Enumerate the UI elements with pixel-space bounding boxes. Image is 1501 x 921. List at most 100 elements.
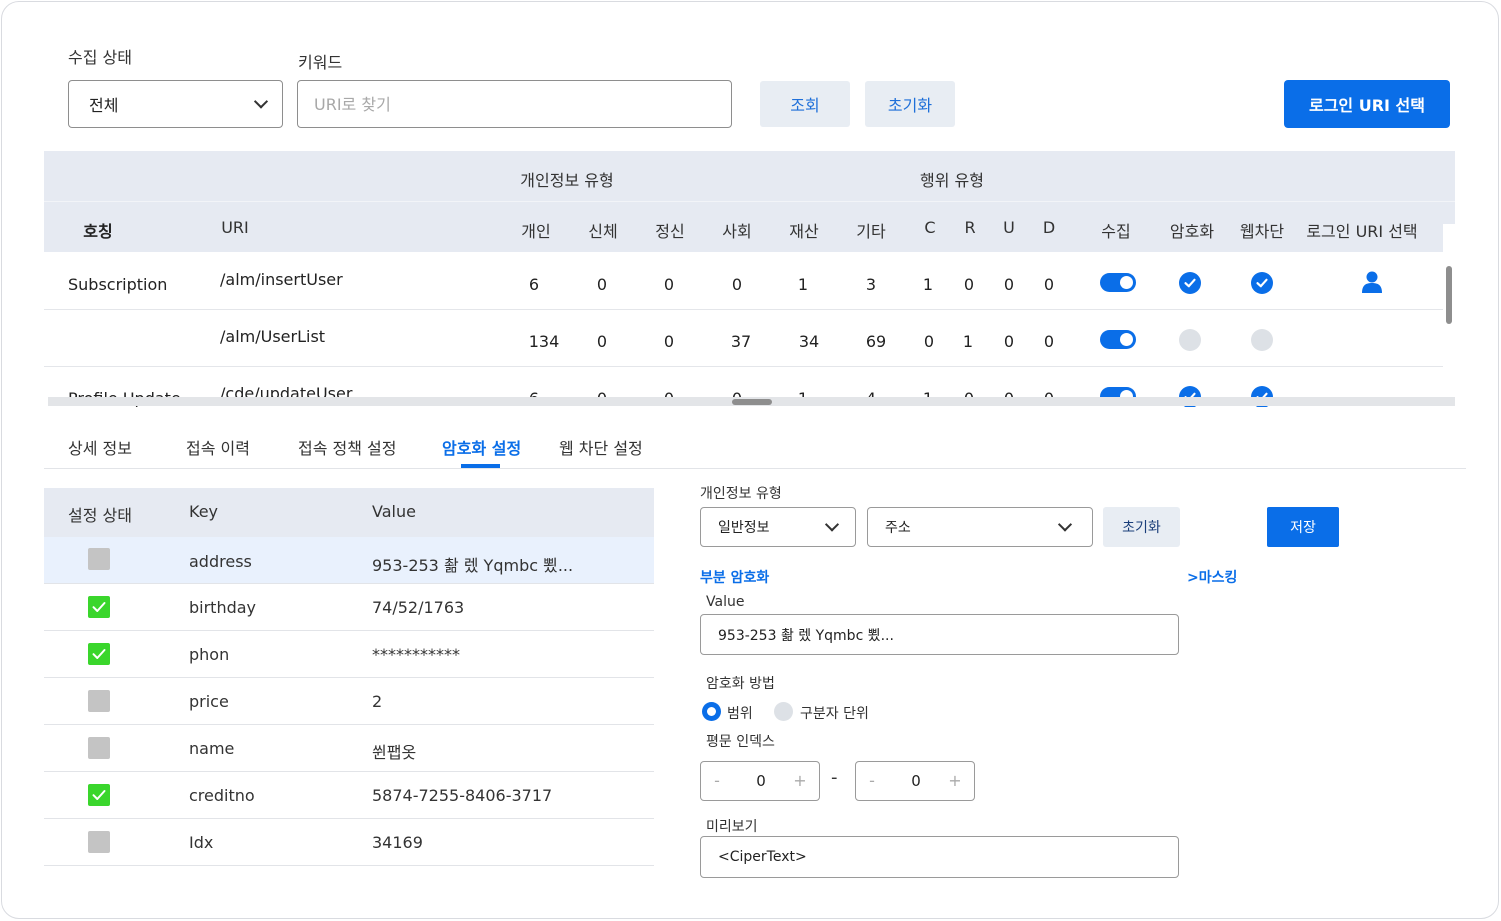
kv-value: 쒼팹옷 [372, 743, 417, 762]
col-header-social: 사회 [722, 222, 752, 241]
collect-toggle[interactable] [1100, 330, 1136, 349]
save-button[interactable]: 저장 [1267, 507, 1339, 547]
vertical-scrollbar-thumb[interactable] [1446, 266, 1452, 324]
pi-type-select[interactable]: 일반정보 [700, 507, 856, 547]
table-row[interactable]: /alm/UserList 134 0 0 37 34 69 0 1 0 0 [44, 310, 1444, 367]
chevron-down-icon [253, 94, 269, 109]
tab-access-policy[interactable]: 접속 정책 설정 [298, 435, 397, 459]
row-value-personal: 134 [528, 332, 560, 351]
increment-button[interactable]: + [947, 771, 963, 790]
pi-type-select-value: 일반정보 [718, 520, 770, 536]
plain-index-label: 평문 인덱스 [706, 734, 775, 750]
row-value-other: 3 [865, 275, 877, 294]
kv-key: Idx [189, 833, 214, 852]
row-value-d: 0 [1043, 332, 1055, 351]
value-label: Value [706, 594, 745, 610]
decrement-button[interactable]: - [864, 771, 880, 790]
col-header-login-uri: 로그인 URI 선택 [1306, 222, 1418, 241]
row-value-other: 69 [865, 332, 887, 351]
col-header-name: 호칭 [83, 222, 113, 241]
horizontal-scrollbar-thumb[interactable] [732, 399, 772, 405]
kv-key: address [189, 552, 252, 571]
decrement-button[interactable]: - [709, 771, 725, 790]
encrypt-check-icon[interactable] [1179, 272, 1201, 294]
radio-range-label: 범위 [727, 706, 753, 722]
kv-table-header: 설정 상태 Key Value [44, 488, 654, 537]
index-from-stepper[interactable]: - 0 + [700, 761, 820, 801]
col-header-r: R [964, 218, 976, 237]
kv-row[interactable]: price 2 [44, 678, 654, 725]
setting-checkbox[interactable] [88, 690, 110, 712]
row-value-mental: 0 [663, 332, 675, 351]
kv-row[interactable]: birthday 74/52/1763 [44, 584, 654, 631]
index-from-value: 0 [756, 772, 766, 790]
settings-reset-button[interactable]: 초기화 [1103, 507, 1180, 547]
partial-encrypt-link[interactable]: 부분 암호화 [700, 567, 769, 587]
row-value-property: 1 [797, 275, 809, 294]
setting-checkbox[interactable] [88, 548, 110, 570]
tab-detail-info[interactable]: 상세 정보 [68, 435, 132, 459]
radio-range[interactable] [702, 702, 721, 721]
kv-row[interactable]: Idx 34169 [44, 819, 654, 866]
row-name: Subscription [68, 275, 168, 294]
setting-checkbox[interactable] [88, 596, 110, 618]
kv-value: 34169 [372, 833, 423, 852]
col-header-setting-status: 설정 상태 [68, 506, 132, 525]
uri-table: 개인정보 유형 행위 유형 호칭 URI 개인 신체 정신 사회 재산 기타 C… [44, 151, 1455, 407]
kv-row[interactable]: phon *********** [44, 631, 654, 678]
col-header-value: Value [372, 502, 416, 521]
webblock-off-indicator[interactable] [1251, 329, 1273, 351]
user-icon[interactable] [1362, 271, 1382, 293]
kv-key: creditno [189, 786, 255, 805]
value-field[interactable]: 953-253 촮 렜 Yqmbc 뾨... [700, 614, 1179, 655]
setting-checkbox[interactable] [88, 831, 110, 853]
tab-encryption-settings[interactable]: 암호화 설정 [442, 435, 521, 459]
setting-checkbox[interactable] [88, 737, 110, 759]
col-header-webblock: 웹차단 [1239, 222, 1285, 241]
row-value-c: 0 [923, 332, 935, 351]
kv-row[interactable]: address 953-253 촮 렜 Yqmbc 뾨... [44, 537, 654, 584]
keyword-label: 키워드 [298, 53, 343, 72]
kv-key: phon [189, 645, 230, 664]
kv-value: 2 [372, 692, 383, 711]
kv-row[interactable]: name 쒼팹옷 [44, 725, 654, 772]
collect-toggle[interactable] [1100, 273, 1136, 292]
table-row[interactable]: Subscription /alm/insertUser 6 0 0 0 1 3… [44, 253, 1444, 310]
col-header-mental: 정신 [655, 222, 685, 241]
col-header-other: 기타 [856, 222, 886, 241]
col-header-key: Key [189, 502, 219, 521]
increment-button[interactable]: + [792, 771, 808, 790]
status-select[interactable]: 전체 [68, 80, 283, 128]
radio-delimiter[interactable] [774, 702, 793, 721]
reset-button[interactable]: 초기화 [865, 81, 955, 127]
value-field-text: 953-253 촮 렜 Yqmbc 뾨... [718, 627, 894, 644]
kv-value: *********** [372, 645, 460, 664]
row-value-u: 0 [1003, 275, 1015, 294]
col-header-collect: 수집 [1101, 222, 1131, 241]
encrypt-off-indicator[interactable] [1179, 329, 1201, 351]
masking-link[interactable]: >마스킹 [1187, 567, 1237, 587]
chevron-down-icon [824, 517, 840, 532]
keyword-input[interactable] [297, 80, 732, 128]
setting-checkbox[interactable] [88, 643, 110, 665]
row-value-r: 0 [963, 275, 975, 294]
row-uri: /alm/UserList [220, 327, 326, 346]
tab-access-history[interactable]: 접속 이력 [186, 435, 250, 459]
login-uri-select-button[interactable]: 로그인 URI 선택 [1284, 80, 1450, 128]
index-to-stepper[interactable]: - 0 + [855, 761, 975, 801]
tab-divider [44, 468, 1466, 469]
setting-checkbox[interactable] [88, 784, 110, 806]
pi-subtype-select-value: 주소 [885, 520, 911, 536]
kv-value: 74/52/1763 [372, 598, 465, 617]
row-value-u: 0 [1003, 332, 1015, 351]
group-header-pi-type: 개인정보 유형 [520, 171, 614, 190]
kv-row[interactable]: creditno 5874-7255-8406-3717 [44, 772, 654, 819]
search-button[interactable]: 조회 [760, 81, 850, 127]
status-filter-label: 수집 상태 [68, 48, 132, 67]
row-value-body: 0 [596, 275, 608, 294]
webblock-check-icon[interactable] [1251, 272, 1273, 294]
pi-subtype-select[interactable]: 주소 [867, 507, 1093, 547]
group-header-action-type: 행위 유형 [920, 171, 984, 190]
row-value-property: 34 [798, 332, 820, 351]
tab-web-block-settings[interactable]: 웹 차단 설정 [559, 435, 643, 459]
